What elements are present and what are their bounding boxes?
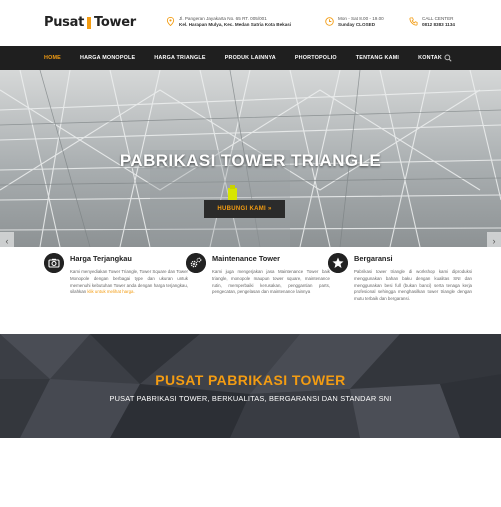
call-info[interactable]: CALL CENTER 0812 8383 1134 — [409, 16, 455, 28]
feature-text: Pabrikasi tower triangle di workshop kam… — [354, 269, 472, 302]
address-info: Jl. Pangeran Jayakarta No. 65 RT. 005/00… — [166, 16, 291, 28]
phone-icon — [409, 17, 418, 26]
cta-banner: PUSAT PABRIKASI TOWER PUSAT PABRIKASI TO… — [0, 334, 501, 438]
slider-prev-arrow[interactable]: ‹ — [0, 232, 14, 247]
nav-item-harga-triangle[interactable]: HARGA TRIANGLE — [154, 55, 205, 61]
nav-item-harga-monopole[interactable]: HARGA MONOPOLE — [80, 55, 135, 61]
hours-info: Mon - Sat 8.00 - 19.00 Sunday CLOSED — [325, 16, 384, 28]
contact-us-button[interactable]: HUBUNGI KAMI » — [204, 200, 285, 218]
slider-next-arrow[interactable]: › — [487, 232, 501, 247]
feature-title: Bergaransi — [354, 254, 393, 263]
site-logo[interactable]: Pusat Tower — [44, 15, 136, 30]
nav-item-home[interactable]: HOME — [44, 55, 61, 61]
header: Pusat Tower Jl. Pangeran Jayakarta No. 6… — [0, 0, 501, 46]
star-icon — [328, 253, 348, 273]
main-nav: HOME HARGA MONOPOLE HARGA TRIANGLE PRODU… — [0, 46, 501, 70]
search-icon[interactable] — [444, 54, 452, 62]
location-icon — [166, 17, 175, 26]
logo-mark — [87, 16, 92, 29]
address-line2: Kel. Harapan Mulya, Kec. Medan Satria Ko… — [179, 22, 292, 27]
feature-title: Maintenance Tower — [212, 254, 281, 263]
clock-icon — [325, 17, 334, 26]
logo-text-left: Pusat — [44, 15, 85, 30]
nav-item-phortopolio[interactable]: PHORTOPOLIO — [295, 55, 337, 61]
banner-subtitle: PUSAT PABRIKASI TOWER, BERKUALITAS, BERG… — [109, 394, 392, 403]
prev-arrow-glyph: ‹ — [5, 236, 9, 246]
nav-item-kontak[interactable]: KONTAK — [418, 55, 442, 61]
feature-title: Harga Terjangkau — [70, 254, 132, 263]
next-arrow-glyph: › — [492, 236, 496, 246]
camera-icon — [44, 253, 64, 273]
call-number[interactable]: 0812 8383 1134 — [422, 22, 455, 27]
banner-title: PUSAT PABRIKASI TOWER — [155, 372, 346, 388]
hours-line2: Sunday CLOSED — [338, 22, 376, 27]
nav-item-tentang-kami[interactable]: TENTANG KAMI — [356, 55, 399, 61]
nav-item-produk-lainnya[interactable]: PRODUK LAINNYA — [225, 55, 276, 61]
feature-text: Kami juga mengerjakan jasa Maintenance T… — [212, 269, 330, 295]
price-link[interactable]: klik untuk melihat harga. — [87, 289, 134, 294]
gears-icon — [186, 253, 206, 273]
logo-text-right: Tower — [94, 15, 136, 30]
feature-text: Kami menyediakan Tower Triangle, Tower S… — [70, 269, 188, 296]
hero-title: PABRIKASI TOWER TRIANGLE — [119, 151, 382, 170]
